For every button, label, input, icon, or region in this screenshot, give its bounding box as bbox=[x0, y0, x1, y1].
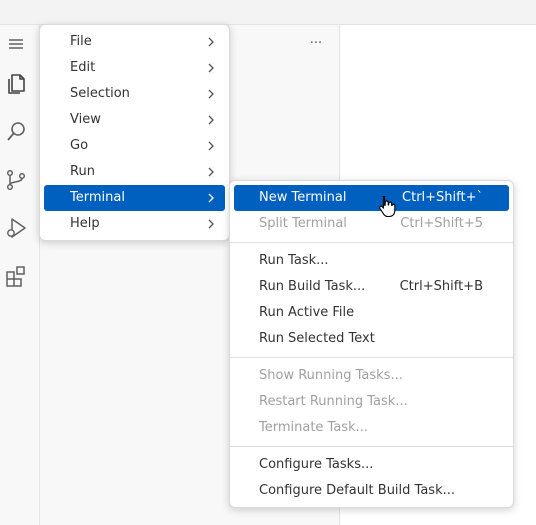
menu-item-configure-tasks[interactable]: Configure Tasks... bbox=[234, 452, 509, 478]
chevron-right-icon bbox=[207, 133, 215, 159]
chevron-right-icon bbox=[207, 185, 215, 211]
menu-item-edit[interactable]: Edit bbox=[44, 55, 225, 81]
menu-item-label: Run Task... bbox=[259, 253, 329, 268]
hand-cursor-icon bbox=[378, 195, 396, 221]
menu-item-label: Restart Running Task... bbox=[259, 394, 408, 409]
keyboard-shortcut: Ctrl+Shift+` bbox=[402, 190, 483, 205]
menu-item-run-build-task[interactable]: Run Build Task... Ctrl+Shift+B bbox=[234, 274, 509, 300]
menu-item-new-terminal[interactable]: New Terminal Ctrl+Shift+` bbox=[234, 185, 509, 211]
menu-item-run-active-file[interactable]: Run Active File bbox=[234, 300, 509, 326]
menu-item-label: Run Selected Text bbox=[259, 331, 375, 346]
menu-item-view[interactable]: View bbox=[44, 107, 225, 133]
source-control-icon[interactable] bbox=[0, 164, 32, 196]
menu-item-label: Configure Tasks... bbox=[259, 457, 374, 472]
keyboard-shortcut: Ctrl+Shift+5 bbox=[400, 216, 483, 231]
menu-item-restart-running-task: Restart Running Task... bbox=[234, 389, 509, 415]
menu-separator bbox=[230, 242, 513, 243]
hamburger-menu-icon[interactable] bbox=[0, 28, 32, 60]
menu-item-label: Terminate Task... bbox=[259, 420, 369, 435]
activity-bar bbox=[0, 25, 40, 525]
chevron-right-icon bbox=[207, 29, 215, 55]
menu-item-label: Selection bbox=[70, 86, 130, 101]
menu-item-configure-default-build-task[interactable]: Configure Default Build Task... bbox=[234, 478, 509, 504]
menu-item-label: Split Terminal bbox=[259, 216, 347, 231]
menu-item-label: Terminal bbox=[70, 190, 125, 205]
more-actions-button[interactable]: ··· bbox=[305, 33, 327, 53]
chevron-right-icon bbox=[207, 107, 215, 133]
menu-item-run-selected-text[interactable]: Run Selected Text bbox=[234, 326, 509, 352]
chevron-right-icon bbox=[207, 211, 215, 237]
terminal-submenu: New Terminal Ctrl+Shift+` Split Terminal C… bbox=[229, 180, 514, 508]
menu-item-terminate-task: Terminate Task... bbox=[234, 415, 509, 441]
menu-item-label: Configure Default Build Task... bbox=[259, 483, 455, 498]
extensions-icon[interactable] bbox=[0, 260, 32, 292]
title-bar bbox=[0, 0, 536, 25]
keyboard-shortcut: Ctrl+Shift+B bbox=[399, 279, 483, 294]
menu-item-label: Run Active File bbox=[259, 305, 355, 320]
menu-item-split-terminal: Split Terminal Ctrl+Shift+5 bbox=[234, 211, 509, 237]
menu-item-run[interactable]: Run bbox=[44, 159, 225, 185]
menu-item-selection[interactable]: Selection bbox=[44, 81, 225, 107]
menu-separator bbox=[230, 446, 513, 447]
menu-item-label: View bbox=[70, 112, 101, 127]
menu-item-label: Show Running Tasks... bbox=[259, 368, 403, 383]
search-icon[interactable] bbox=[0, 116, 32, 148]
menu-item-label: Edit bbox=[70, 60, 96, 75]
menu-item-help[interactable]: Help bbox=[44, 211, 225, 237]
application-menu: File Edit Selection View Go Run Terminal… bbox=[39, 24, 230, 241]
chevron-right-icon bbox=[207, 81, 215, 107]
menu-item-label: New Terminal bbox=[259, 190, 347, 205]
menu-separator bbox=[230, 357, 513, 358]
menu-item-label: Help bbox=[70, 216, 100, 231]
menu-item-go[interactable]: Go bbox=[44, 133, 225, 159]
files-icon[interactable] bbox=[0, 68, 32, 100]
menu-item-terminal[interactable]: Terminal bbox=[44, 185, 225, 211]
menu-item-label: Run Build Task... bbox=[259, 279, 366, 294]
menu-item-run-task[interactable]: Run Task... bbox=[234, 248, 509, 274]
chevron-right-icon bbox=[207, 159, 215, 185]
menu-item-label: Run bbox=[70, 164, 95, 179]
run-debug-icon[interactable] bbox=[0, 212, 32, 244]
chevron-right-icon bbox=[207, 55, 215, 81]
menu-item-show-running-tasks: Show Running Tasks... bbox=[234, 363, 509, 389]
menu-item-label: File bbox=[70, 34, 92, 49]
menu-item-label: Go bbox=[70, 138, 89, 153]
menu-item-file[interactable]: File bbox=[44, 29, 225, 55]
